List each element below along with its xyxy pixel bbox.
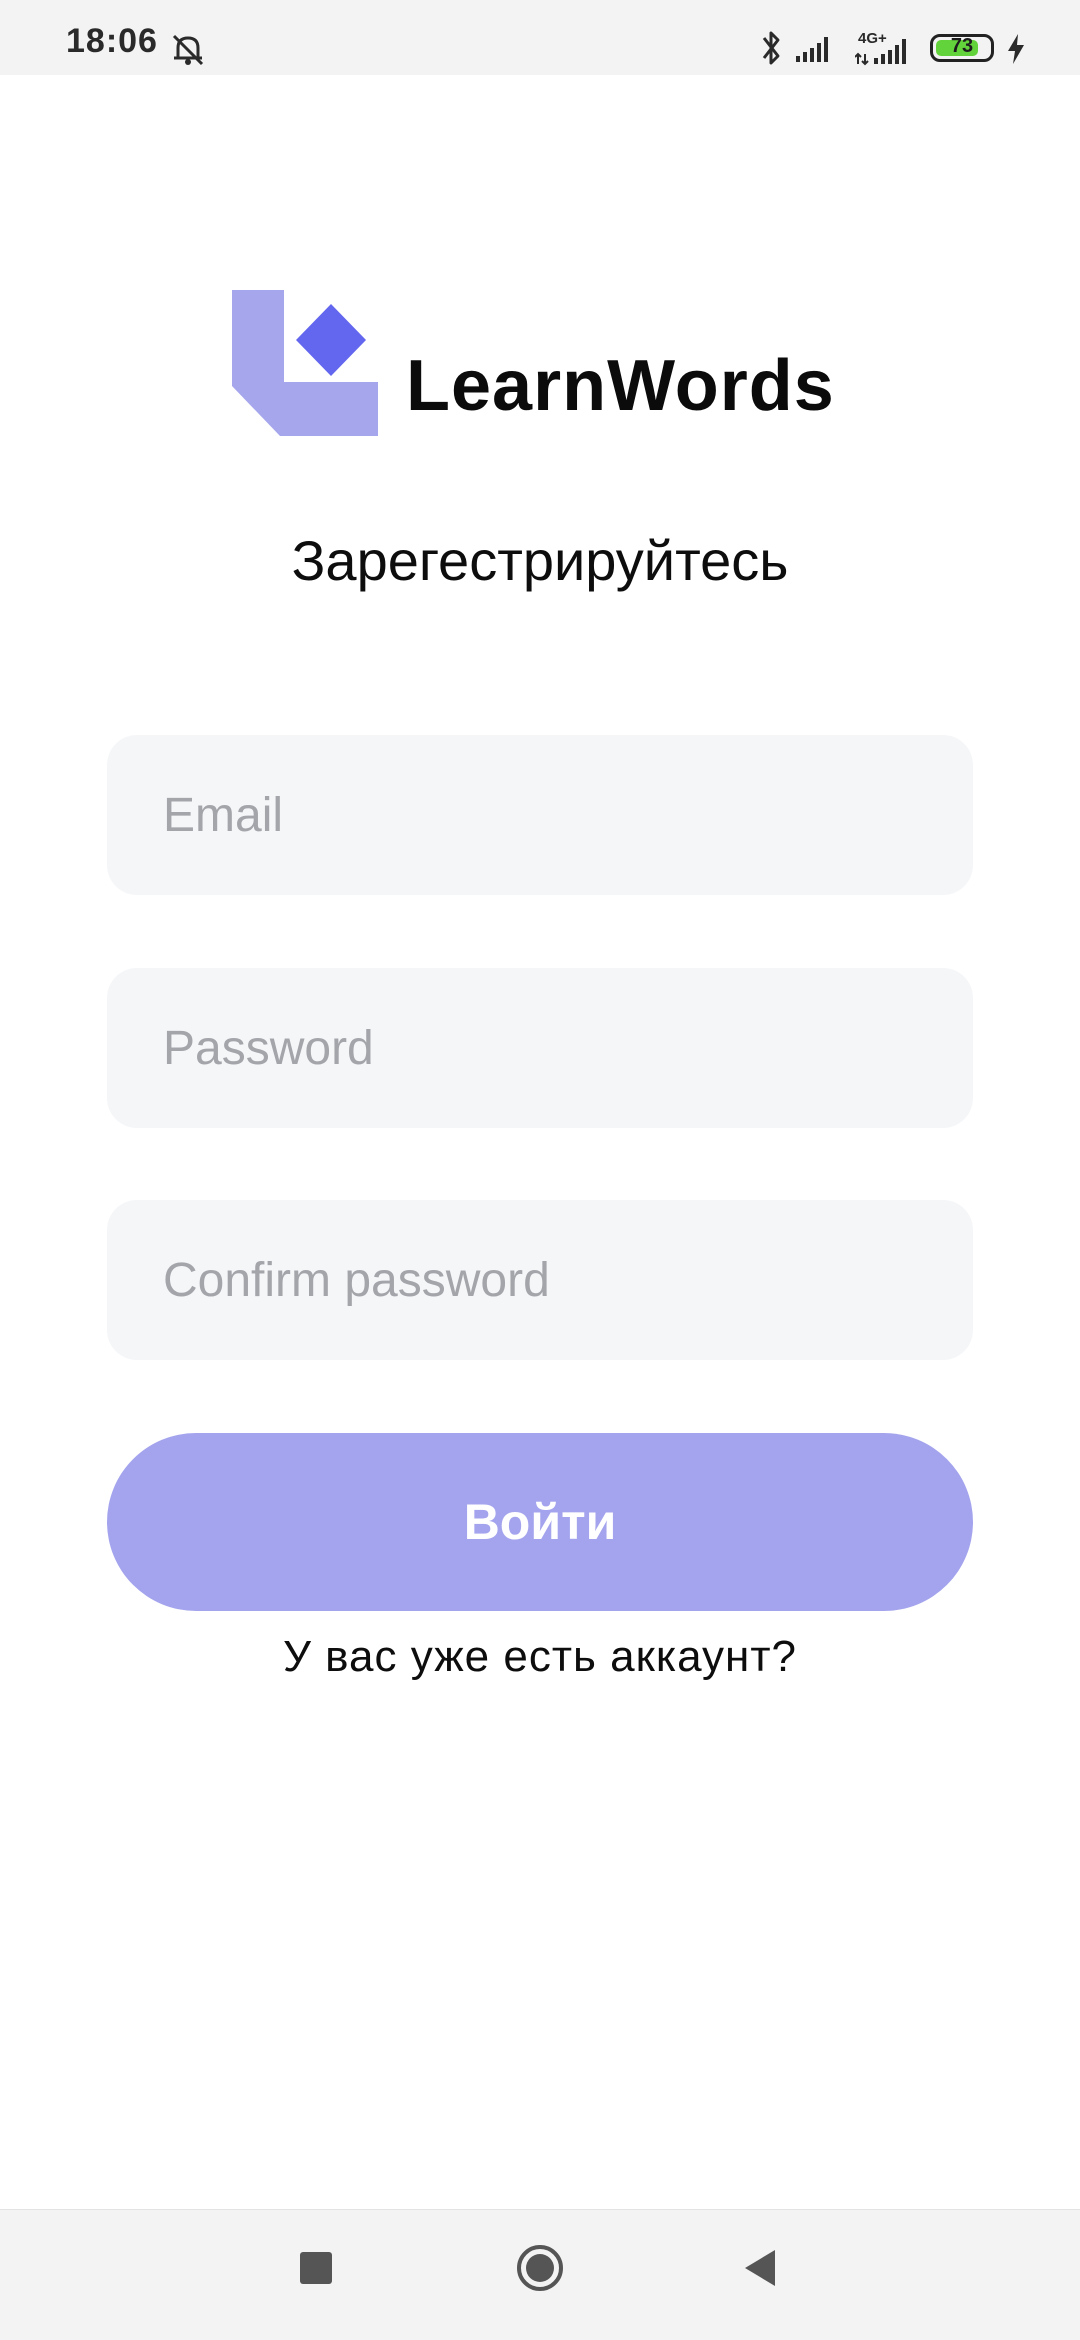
charging-icon (1008, 34, 1024, 64)
battery-level: 73 (950, 35, 974, 57)
alarm-off-icon (172, 34, 204, 66)
submit-button[interactable]: Войти (107, 1433, 973, 1611)
bluetooth-icon (762, 31, 780, 65)
home-icon[interactable] (515, 2243, 565, 2293)
signal-4g-icon (855, 39, 906, 66)
app-logo-icon (232, 290, 378, 436)
app-brand-name: LearnWords (406, 346, 835, 426)
status-time: 18:06 (66, 22, 158, 60)
status-bar: 18:06 4G+ 73 (0, 0, 1080, 75)
email-field[interactable] (107, 735, 973, 895)
battery-icon: 73 (930, 34, 994, 62)
confirm-password-field[interactable] (107, 1200, 973, 1360)
back-icon[interactable] (743, 2248, 777, 2288)
login-link[interactable]: У вас уже есть аккаунт? (0, 1632, 1080, 1682)
page-title: Зарегестрируйтесь (291, 529, 789, 592)
recents-icon[interactable] (300, 2252, 332, 2284)
navigation-bar (0, 2209, 1080, 2340)
signal-icon (796, 37, 828, 62)
password-field[interactable] (107, 968, 973, 1128)
